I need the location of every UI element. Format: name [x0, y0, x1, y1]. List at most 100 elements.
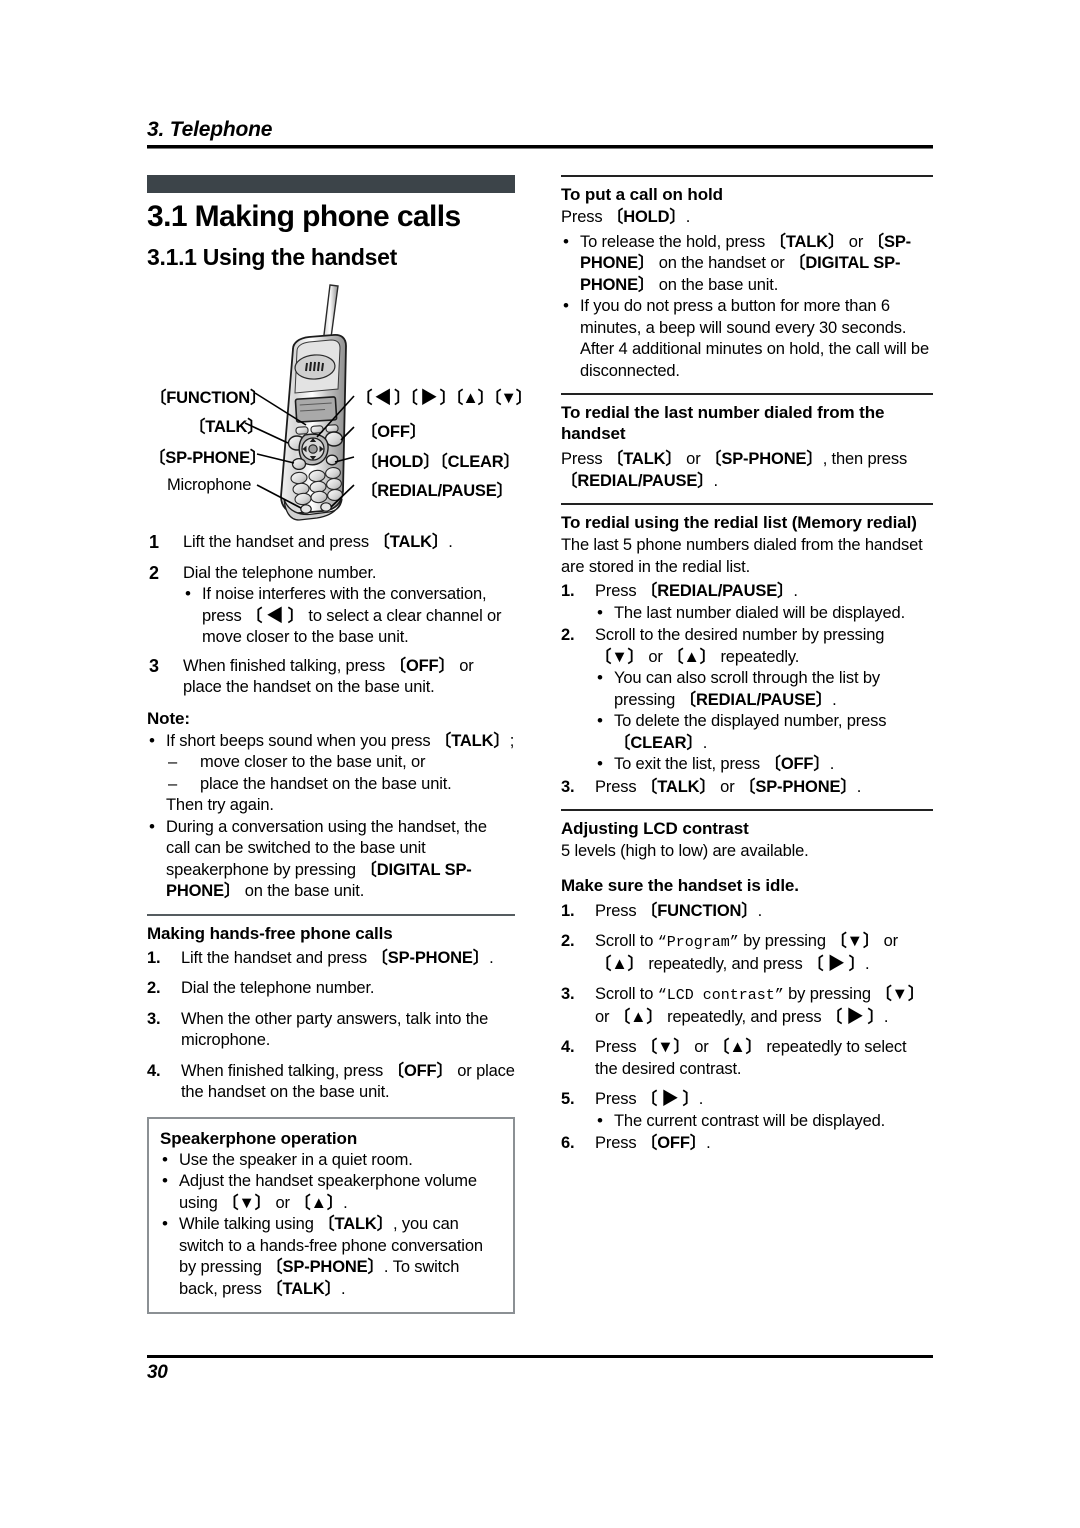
running-header: 3. Telephone: [147, 118, 933, 149]
label-redial-pause-key: 〔REDIAL/PAUSE〕: [361, 482, 513, 500]
step-item: 2. Scroll to “Program” by pressing 〔▼〕 o…: [561, 931, 933, 975]
step2-bullets: If noise interferes with the conversatio…: [183, 583, 515, 649]
bullet-item: The current contrast will be displayed.: [595, 1110, 933, 1133]
step-item: 5. Press 〔 ▶ 〕. The current contrast wil…: [561, 1089, 933, 1132]
label-navigation-arrow-keys: 〔 ◀ 〕〔 ▶ 〕〔▲〕〔▼〕: [356, 389, 532, 407]
section-accent-bar: [147, 175, 515, 193]
step-number: 3: [149, 655, 159, 676]
step-item: 3. Press 〔TALK〕 or 〔SP-PHONE〕.: [561, 777, 933, 799]
step-text: Press 〔FUNCTION〕.: [595, 901, 763, 920]
section-divider: [561, 503, 933, 505]
step-number: 4.: [147, 1061, 161, 1080]
label-function-key: 〔FUNCTION〕: [150, 389, 267, 407]
lcd-steps: 1. Press 〔FUNCTION〕. 2. Scroll to “Progr…: [561, 901, 933, 1155]
lcd-heading: Adjusting LCD contrast: [561, 819, 749, 838]
step-item: 4. When finished talking, press 〔OFF〕 or…: [147, 1061, 515, 1104]
right-column: To put a call on hold Press 〔HOLD〕. To r…: [561, 175, 933, 1155]
redial-step2-bullets: You can also scroll through the list by …: [595, 667, 933, 776]
step-text: Lift the handset and press 〔SP-PHONE〕.: [181, 948, 494, 967]
redial-last-body: Press 〔TALK〕 or 〔SP-PHONE〕, then press 〔…: [561, 450, 908, 490]
step-text: Lift the handset and press 〔TALK〕.: [183, 533, 453, 551]
section-divider: [561, 175, 933, 177]
note-bullets: If short beeps sound when you press 〔TAL…: [147, 730, 515, 903]
bullet-item: Use the speaker in a quiet room.: [160, 1149, 502, 1172]
label-microphone: Microphone: [167, 476, 252, 494]
step-number: 1.: [561, 582, 575, 600]
speakerphone-box-bullets: Use the speaker in a quiet room. Adjust …: [160, 1149, 502, 1301]
step-text: Scroll to the desired number by pressing…: [595, 626, 885, 666]
step-text: Scroll to “LCD contrast” by pressing 〔▼〕…: [595, 985, 925, 1026]
step-item: 1 Lift the handset and press 〔TALK〕.: [147, 532, 515, 554]
label-off-key: 〔OFF〕: [361, 423, 426, 441]
step-text: When the other party answers, talk into …: [181, 1009, 489, 1050]
hold-heading: To put a call on hold: [561, 185, 723, 204]
using-handset-steps: 1 Lift the handset and press 〔TALK〕. 2 D…: [147, 532, 515, 699]
header-rule: [147, 145, 933, 149]
hold-bullets: To release the hold, press 〔TALK〕 or 〔SP…: [561, 231, 933, 383]
label-sp-phone-key: 〔SP-PHONE〕: [149, 449, 267, 467]
dash-item: move closer to the base unit, or: [166, 752, 515, 774]
handset-diagram: 〔FUNCTION〕 〔TALK〕 〔SP-PHONE〕 Microphone …: [147, 277, 532, 532]
section-divider: [561, 393, 933, 395]
step-item: 3. When the other party answers, talk in…: [147, 1009, 515, 1052]
step-item: 6. Press 〔OFF〕.: [561, 1133, 933, 1155]
step-item: 1. Press 〔FUNCTION〕.: [561, 901, 933, 923]
redial-step1-bullets: The last number dialed will be displayed…: [595, 602, 933, 625]
step-text: Press 〔OFF〕.: [595, 1134, 711, 1152]
step-number: 2.: [561, 932, 575, 950]
step-number: 3.: [147, 1009, 161, 1028]
speakerphone-box-title: Speakerphone operation: [160, 1128, 358, 1148]
step-item: 1. Lift the handset and press 〔SP-PHONE〕…: [147, 948, 515, 970]
handsfree-steps: 1. Lift the handset and press 〔SP-PHONE〕…: [147, 948, 515, 1104]
step-item: 2. Scroll to the desired number by press…: [561, 625, 933, 776]
step-text: Press 〔REDIAL/PAUSE〕.: [595, 582, 798, 600]
step-number: 6.: [561, 1134, 575, 1152]
redial-last-heading: To redial the last number dialed from th…: [561, 403, 885, 443]
label-talk-key: 〔TALK〕: [189, 418, 264, 436]
step-text: When finished talking, press 〔OFF〕 or pl…: [181, 1061, 515, 1102]
step-number: 3.: [561, 985, 575, 1003]
footer-rule: [147, 1355, 933, 1358]
step-item: 2. Dial the telephone number.: [147, 978, 515, 1000]
bullet-item: The last number dialed will be displayed…: [595, 602, 933, 625]
speakerphone-operation-box: Speakerphone operation Use the speaker i…: [147, 1116, 515, 1314]
lcd-step5-bullets: The current contrast will be displayed.: [595, 1110, 933, 1133]
redial-list-intro: The last 5 phone numbers dialed from the…: [561, 536, 923, 576]
step-item: 2 Dial the telephone number. If noise in…: [147, 563, 515, 649]
step-text: Press 〔TALK〕 or 〔SP-PHONE〕.: [595, 777, 862, 796]
step-item: 3 When finished talking, press 〔OFF〕 or …: [147, 656, 515, 699]
step-item: 3. Scroll to “LCD contrast” by pressing …: [561, 984, 933, 1028]
manual-page: 3. Telephone 3.1 Making phone calls 3.1.…: [0, 0, 1080, 1528]
step-number: 2.: [147, 979, 161, 997]
section-divider: [561, 809, 933, 811]
bullet-item: If short beeps sound when you press 〔TAL…: [147, 730, 515, 817]
step-number: 3.: [561, 777, 575, 796]
step-text: Press 〔▼〕 or 〔▲〕 repeatedly to select th…: [595, 1038, 907, 1078]
subsection-heading: 3.1.1 Using the handset: [147, 244, 397, 270]
lcd-idle-note: Make sure the handset is idle.: [561, 875, 799, 895]
step-number: 1.: [147, 948, 161, 967]
bullet-item: Adjust the handset speakerphone volume u…: [160, 1170, 502, 1214]
step-number: 1.: [561, 901, 575, 920]
hold-intro: Press 〔HOLD〕.: [561, 208, 691, 226]
bullet-item: To exit the list, press 〔OFF〕.: [595, 753, 933, 776]
step-text: Dial the telephone number.: [183, 563, 377, 582]
lcd-intro: 5 levels (high to low) are available.: [561, 842, 809, 860]
page-footer: 30: [147, 1355, 933, 1384]
bullet-item: To release the hold, press 〔TALK〕 or 〔SP…: [561, 231, 933, 297]
bullet-item: If noise interferes with the conversatio…: [183, 583, 515, 649]
bullet-item: To delete the displayed number, press 〔C…: [595, 710, 933, 754]
bullet-item: If you do not press a button for more th…: [561, 295, 933, 382]
step-text: Press 〔 ▶ 〕.: [595, 1090, 704, 1108]
step-text: Scroll to “Program” by pressing 〔▼〕 or 〔…: [595, 932, 899, 973]
handsfree-heading: Making hands-free phone calls: [147, 923, 393, 943]
section-divider: [147, 913, 515, 916]
bullet-item: You can also scroll through the list by …: [595, 667, 933, 711]
left-column: 3.1 Making phone calls 3.1.1 Using the h…: [147, 175, 532, 1314]
section-heading: 3.1 Making phone calls: [147, 200, 461, 233]
bullet-item: While talking using 〔TALK〕, you can swit…: [160, 1213, 502, 1300]
chapter-title: 3. Telephone: [147, 118, 273, 141]
bullet-item: During a conversation using the handset,…: [147, 816, 515, 903]
dash-item: place the handset on the base unit.: [166, 774, 515, 796]
step-number: 5.: [561, 1090, 575, 1108]
